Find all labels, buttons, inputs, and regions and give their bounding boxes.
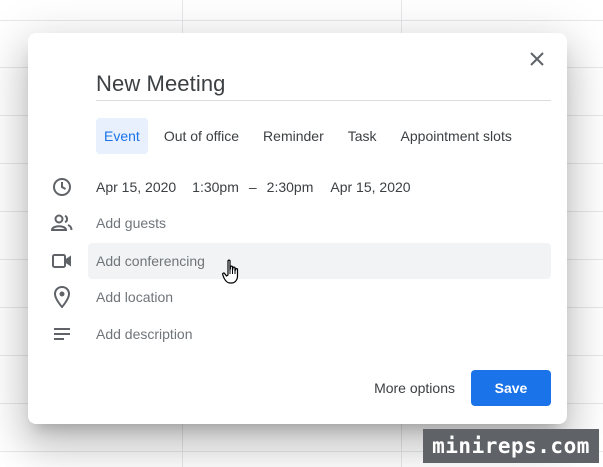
add-guests-field[interactable]: Add guests [96,215,166,231]
start-date[interactable]: Apr 15, 2020 [96,179,176,195]
video-camera-icon [48,243,76,279]
add-description-field[interactable]: Add description [96,326,193,342]
dialog-footer: More options Save [362,370,551,406]
new-event-dialog: New Meeting Event Out of office Reminder… [28,33,567,424]
event-type-tabs: Event Out of office Reminder Task Appoin… [96,118,528,154]
tab-out-of-office[interactable]: Out of office [156,118,247,154]
end-date[interactable]: Apr 15, 2020 [330,179,410,195]
event-title[interactable]: New Meeting [96,69,551,99]
add-location-field[interactable]: Add location [96,289,173,305]
guests-row[interactable]: Add guests [48,205,551,241]
watermark: minireps.com [423,429,599,463]
description-row[interactable]: Add description [48,316,551,352]
tab-appointment-slots[interactable]: Appointment slots [393,118,520,154]
tab-task[interactable]: Task [340,118,385,154]
conferencing-row[interactable]: Add conferencing [52,243,551,279]
close-button[interactable] [525,47,549,71]
people-icon [48,205,76,241]
datetime-row: Apr 15, 2020 1:30pm – 2:30pm Apr 15, 202… [48,169,551,205]
tab-reminder[interactable]: Reminder [255,118,332,154]
tab-event[interactable]: Event [96,118,148,154]
time-separator: – [248,179,257,195]
close-icon [530,52,544,66]
end-time[interactable]: 2:30pm [267,179,314,195]
notes-icon [48,316,76,352]
add-conferencing-field[interactable]: Add conferencing [96,253,205,269]
location-pin-icon [48,279,76,315]
hand-cursor-icon [222,259,239,284]
location-row[interactable]: Add location [48,279,551,315]
save-button[interactable]: Save [471,370,551,406]
more-options-button[interactable]: More options [362,370,467,406]
start-time[interactable]: 1:30pm [192,179,239,195]
clock-icon [48,169,76,205]
title-input[interactable]: New Meeting [96,69,551,101]
